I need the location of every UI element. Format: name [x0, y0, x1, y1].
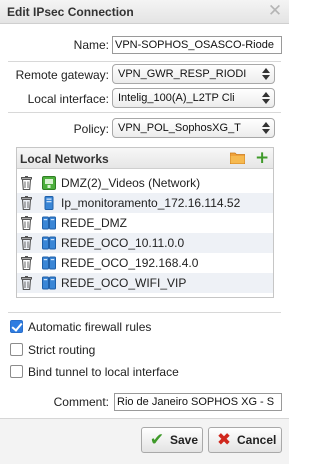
local-interface-label: Local interface: [27, 92, 109, 106]
name-label: Name: [73, 38, 109, 52]
bind-tunnel-checkbox[interactable] [10, 365, 23, 378]
trash-icon[interactable] [21, 196, 32, 210]
network-row[interactable]: Ip_monitoramento_172.16.114.52 [17, 193, 273, 213]
checkmark-icon: ✔ [149, 430, 165, 450]
network-label: REDE_DMZ [61, 216, 128, 230]
cross-icon: ✖ [216, 430, 232, 450]
network-group-icon [42, 256, 56, 270]
auto-firewall-checkbox[interactable] [10, 320, 23, 333]
save-button-label: Save [170, 433, 199, 447]
dialog-footer: ✔ Save ✖ Cancel [0, 418, 289, 464]
trash-icon[interactable] [21, 216, 32, 230]
local-interface-select[interactable]: Intelig_100(A)_L2TP Cli [112, 88, 275, 108]
cancel-button[interactable]: ✖ Cancel [208, 427, 282, 453]
network-row[interactable]: REDE_OCO_192.168.4.0 [17, 253, 273, 273]
network-label: REDE_OCO_WIFI_VIP [61, 276, 187, 290]
policy-label: Policy: [73, 122, 109, 136]
save-button[interactable]: ✔ Save [141, 427, 203, 453]
strict-routing-checkbox[interactable] [10, 343, 23, 356]
remote-gateway-select[interactable]: VPN_GWR_RESP_RIODI [112, 64, 275, 84]
trash-icon[interactable] [21, 176, 32, 190]
network-row[interactable]: DMZ(2)_Videos (Network) [17, 173, 273, 193]
local-networks-panel: Local Networks + DMZ(2)_Videos (Network) [16, 147, 274, 298]
network-row[interactable]: REDE_OCO_WIFI_VIP [17, 273, 273, 293]
close-icon[interactable]: ✕ [267, 2, 283, 20]
network-icon [42, 176, 56, 190]
host-icon [44, 196, 54, 210]
remote-gateway-value: VPN_GWR_RESP_RIODI [118, 68, 247, 80]
auto-firewall-label: Automatic firewall rules [28, 320, 152, 334]
network-row[interactable]: REDE_DMZ [17, 213, 273, 233]
strict-routing-label: Strict routing [28, 343, 96, 357]
trash-icon[interactable] [21, 236, 32, 250]
folder-icon[interactable] [230, 152, 245, 164]
bind-tunnel-label: Bind tunnel to local interface [28, 365, 179, 379]
separator [8, 112, 281, 113]
remote-gateway-label: Remote gateway: [15, 68, 109, 82]
policy-select[interactable]: VPN_POL_SophosXG_T [112, 118, 275, 138]
separator [8, 312, 281, 313]
policy-value: VPN_POL_SophosXG_T [118, 122, 241, 134]
name-input[interactable]: VPN-SOPHOS_OSASCO-Riode [112, 36, 282, 54]
network-group-icon [42, 216, 56, 230]
select-arrows-icon [262, 121, 270, 135]
select-arrows-icon [262, 91, 270, 105]
trash-icon[interactable] [21, 256, 32, 270]
network-group-icon [42, 276, 56, 290]
dialog-title: Edit IPsec Connection [7, 5, 134, 19]
local-networks-title: Local Networks [20, 152, 109, 166]
dialog-title-bar: Edit IPsec Connection ✕ [0, 0, 289, 24]
comment-input[interactable]: Rio de Janeiro SOPHOS XG - S [114, 393, 282, 411]
trash-icon[interactable] [21, 276, 32, 290]
local-interface-value: Intelig_100(A)_L2TP Cli [118, 92, 235, 104]
add-network-icon[interactable]: + [255, 148, 269, 168]
network-group-icon [42, 236, 56, 250]
network-label: REDE_OCO_192.168.4.0 [61, 256, 199, 270]
network-label: DMZ(2)_Videos (Network) [61, 176, 201, 190]
select-arrows-icon [262, 67, 270, 81]
network-label: Ip_monitoramento_172.16.114.52 [61, 196, 241, 210]
local-networks-header: Local Networks + [17, 148, 273, 169]
separator [8, 61, 281, 62]
network-label: REDE_OCO_10.11.0.0 [61, 236, 185, 250]
network-row[interactable]: REDE_OCO_10.11.0.0 [17, 233, 273, 253]
cancel-button-label: Cancel [237, 433, 277, 447]
comment-label: Comment: [53, 395, 109, 409]
